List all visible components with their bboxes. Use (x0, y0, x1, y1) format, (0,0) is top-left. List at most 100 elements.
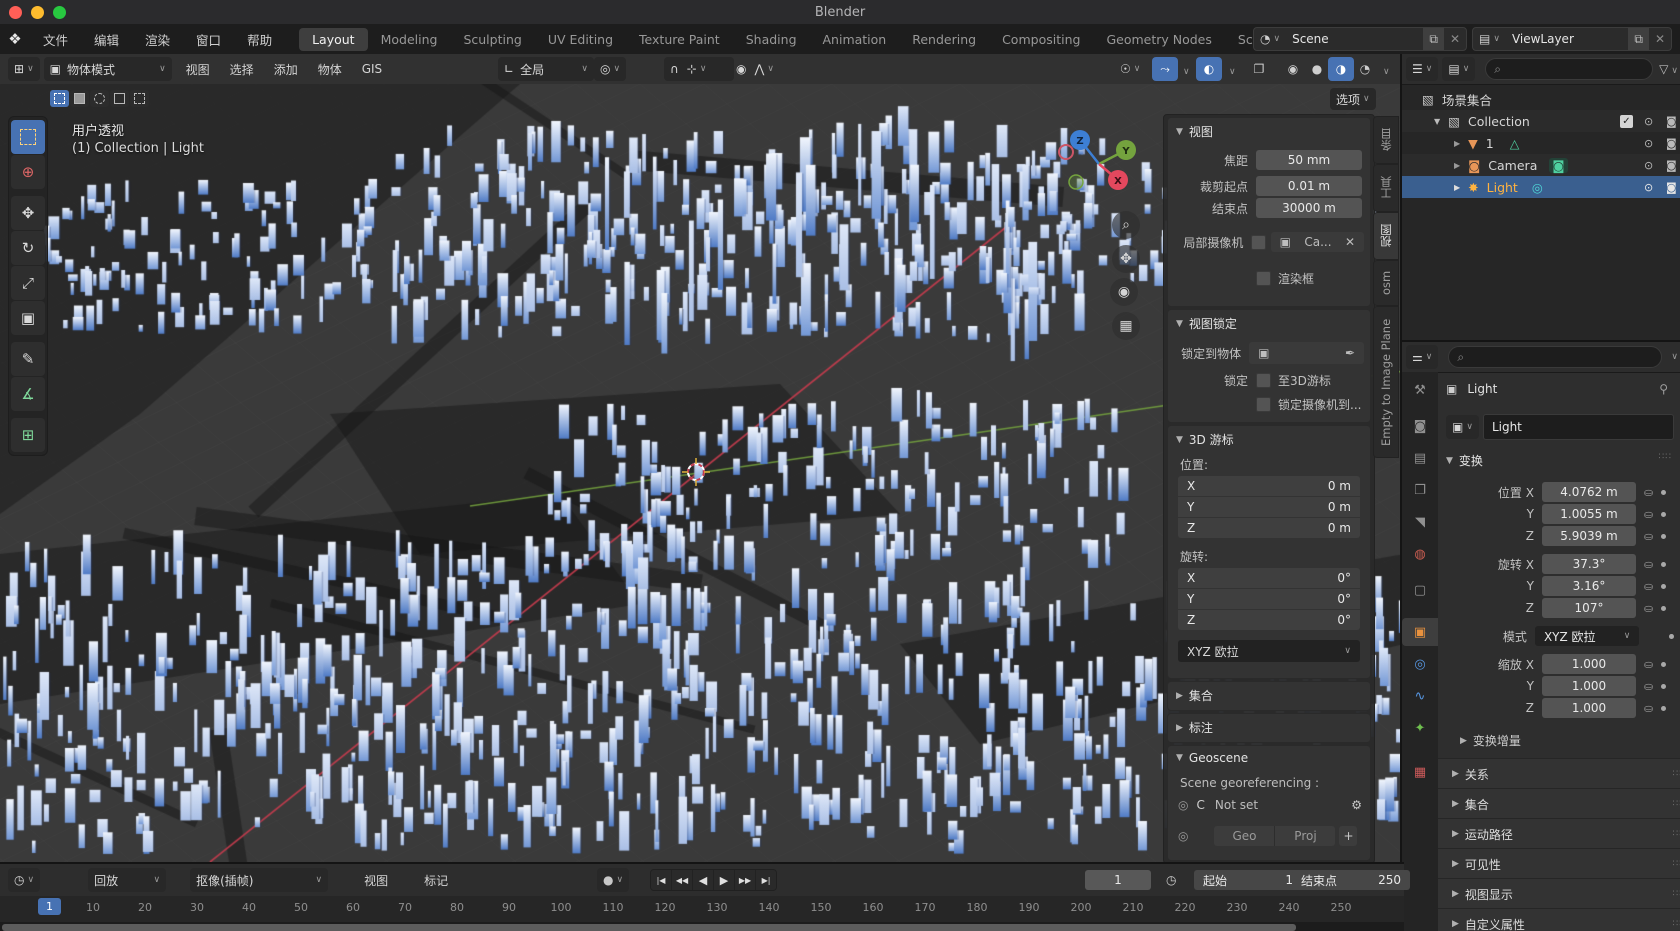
tab-rendering[interactable]: Rendering (899, 28, 989, 51)
panel-grip[interactable]: ∷∷ (1659, 452, 1672, 462)
snap-target-icon[interactable]: ⊹ (687, 62, 697, 76)
panel-motion-paths[interactable]: ▶运动路径∷∷ (1438, 818, 1680, 850)
cursor-loc-y-field[interactable]: Y0 m (1178, 497, 1360, 517)
focal-length-field[interactable]: 50 mm (1256, 150, 1362, 170)
tab-physics-properties[interactable]: ◎ (1402, 650, 1438, 678)
animate-dot[interactable] (1661, 490, 1666, 495)
tab-collection-properties[interactable]: ▢ (1402, 576, 1438, 604)
sidebar-tab-view[interactable]: 视图 (1373, 212, 1399, 260)
tool-transform[interactable]: ▣ (11, 301, 45, 335)
pan-view-button[interactable]: ✥ (1112, 245, 1140, 273)
transform-orientation-selector[interactable]: ∟全局∨ (498, 57, 594, 81)
next-keyframe-button[interactable]: ▶▶ (735, 870, 756, 890)
tool-measure[interactable]: ∡ (11, 377, 45, 411)
outliner-display-mode-button[interactable]: ☰∨ (1406, 57, 1438, 81)
tab-texture-properties[interactable]: ▦ (1402, 758, 1438, 786)
cursor-rot-y-field[interactable]: Y0° (1178, 589, 1360, 609)
viewlayer-name[interactable]: ViewLayer (1506, 28, 1628, 50)
animate-dot[interactable] (1661, 534, 1666, 539)
tool-move[interactable]: ✥ (11, 196, 45, 230)
panel-custom-properties[interactable]: ▶自定义属性∷∷ (1438, 908, 1680, 931)
local-camera-field[interactable]: ▣Ca...✕ (1271, 232, 1364, 252)
tab-object-data-properties[interactable]: ✦ (1402, 714, 1438, 742)
disclosure-triangle-icon[interactable]: ▶ (1454, 183, 1460, 192)
menu-add[interactable]: 添加 (264, 61, 308, 78)
zoom-view-button[interactable]: ⌕ (1112, 211, 1140, 239)
radio-icon[interactable]: ◎ (1178, 829, 1188, 843)
geo-button[interactable]: Geo (1214, 826, 1274, 846)
proportional-edit-icon[interactable]: ◉ (736, 62, 746, 76)
tool-scale[interactable]: ⤢ (11, 266, 45, 300)
show-overlays-toggle[interactable]: ◐ (1196, 57, 1222, 81)
falloff-curve-icon[interactable]: ⋀ (754, 62, 764, 76)
disable-render-icon[interactable]: ◙ (1666, 137, 1677, 150)
tab-world-properties[interactable]: ◍ (1402, 540, 1438, 568)
local-camera-checkbox[interactable] (1251, 235, 1265, 250)
panel-collections[interactable]: ▶集合∷∷ (1438, 788, 1680, 820)
disclosure-triangle-icon[interactable]: ▶ (1454, 161, 1460, 170)
animate-dot[interactable] (1661, 512, 1666, 517)
frame-start-field[interactable]: 起始1 (1194, 870, 1302, 890)
cursor-rotation-order-dropdown[interactable]: XYZ 欧拉∨ (1178, 640, 1360, 662)
rotation-mode-dropdown[interactable]: XYZ 欧拉∨ (1535, 626, 1639, 646)
timeline-view-menu[interactable]: 视图 (354, 872, 398, 889)
menu-gis[interactable]: GIS (352, 62, 392, 76)
hide-eye-icon[interactable]: ⊙ (1644, 115, 1653, 128)
shading-rendered-button[interactable]: ◔ (1352, 57, 1378, 81)
hide-eye-icon[interactable]: ⊙ (1644, 137, 1653, 150)
frame-end-field[interactable]: 结束点250 (1292, 870, 1410, 890)
options-button[interactable]: 选项∨ (1330, 88, 1376, 110)
tab-tool-properties[interactable]: ⚒ (1402, 376, 1438, 404)
lock-icon[interactable]: ⛀ (1644, 580, 1653, 593)
timeline-editor-type-button[interactable]: ◷∨ (8, 868, 40, 892)
radio-icon[interactable]: ◎ (1178, 798, 1188, 812)
scene-browse-button[interactable]: ◔∨ (1254, 28, 1286, 50)
location-x-field[interactable]: 4.0762 m (1542, 482, 1636, 502)
outliner-filter-mode-button[interactable]: ▤∨ (1442, 57, 1475, 81)
tool-add-cube[interactable]: ⊞ (11, 418, 45, 452)
tab-render-properties[interactable]: ◙ (1402, 412, 1438, 440)
menu-view[interactable]: 视图 (176, 61, 220, 78)
scene-unlink-button[interactable]: ✕ (1444, 28, 1466, 50)
navigation-gizmo[interactable]: Z Y X (1056, 118, 1142, 204)
tab-texture-paint[interactable]: Texture Paint (626, 28, 733, 51)
cursor-loc-x-field[interactable]: X0 m (1178, 476, 1360, 496)
tab-uv-editing[interactable]: UV Editing (535, 28, 626, 51)
rotation-y-field[interactable]: 3.16° (1542, 576, 1636, 596)
shading-solid-button[interactable]: ● (1304, 57, 1330, 81)
current-frame-field[interactable]: 1 (1085, 870, 1151, 890)
pin-icon[interactable]: ⚲ (1659, 382, 1668, 396)
visibility-dropdown[interactable]: ☉∨ (1114, 57, 1146, 81)
clip-start-field[interactable]: 0.01 m (1256, 176, 1362, 196)
collection-row[interactable]: ▼ ▧ Collection ✓ ⊙ ◙ (1402, 110, 1680, 132)
panel-relations[interactable]: ▶关系∷∷ (1438, 758, 1680, 790)
lock-icon[interactable]: ⛀ (1644, 680, 1653, 693)
animate-dot[interactable] (1661, 706, 1666, 711)
animate-dot[interactable] (1661, 662, 1666, 667)
scale-y-field[interactable]: 1.000 (1542, 676, 1636, 696)
rotation-z-field[interactable]: 107° (1542, 598, 1636, 618)
menu-help[interactable]: 帮助 (234, 30, 285, 49)
lock-to-object-field[interactable]: ▣✒ (1249, 342, 1364, 364)
animate-dot[interactable] (1661, 606, 1666, 611)
lock-icon[interactable]: ⛀ (1644, 558, 1653, 571)
show-gizmo-toggle[interactable]: ⤳ (1152, 57, 1178, 81)
delta-transform-panel[interactable]: ▶变换增量 (1460, 732, 1521, 749)
menu-window[interactable]: 窗口 (183, 30, 234, 49)
tool-rotate[interactable]: ↻ (11, 231, 45, 265)
lock-3d-cursor-checkbox[interactable] (1256, 373, 1271, 388)
rotation-x-field[interactable]: 37.3° (1542, 554, 1636, 574)
properties-search-input[interactable]: ⌕ (1448, 346, 1662, 368)
select-tweak-mode-button[interactable] (50, 90, 69, 107)
viewlayer-copy-button[interactable]: ⧉ (1628, 28, 1649, 50)
shading-material-button[interactable]: ◑ (1328, 57, 1354, 81)
keying-menu[interactable]: 抠像(插帧)∨ (190, 868, 328, 892)
light-row-selected[interactable]: ▶ ✸ Light ◎ ⊙ ◙ (1402, 176, 1680, 198)
blender-logo-icon[interactable]: ❖ (0, 30, 30, 48)
animate-dot[interactable] (1669, 634, 1674, 639)
geoscene-header[interactable]: ▼Geoscene (1168, 746, 1370, 768)
pivot-point-selector[interactable]: ◎∨ (594, 57, 626, 81)
object-browse-button[interactable]: ▣∨ (1446, 415, 1479, 439)
playhead-frame-chip[interactable]: 1 (38, 898, 61, 915)
tool-cursor[interactable]: ⊕ (11, 155, 45, 189)
